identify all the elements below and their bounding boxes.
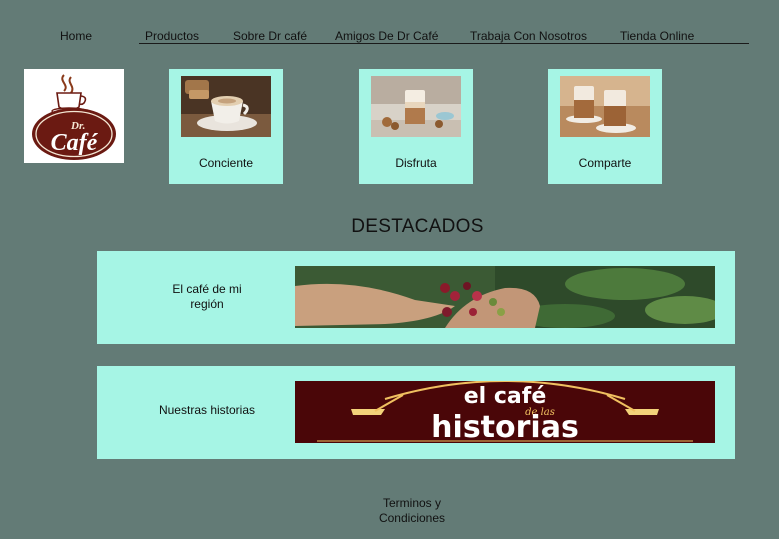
logo-icon: Dr. Café <box>32 74 116 160</box>
featured-cafe-region[interactable]: El café de mi región <box>97 251 735 344</box>
featured-text: Nuestras historias <box>158 403 256 417</box>
nav-amigos[interactable]: Amigos De Dr Café <box>335 29 438 43</box>
nav-productos[interactable]: Productos <box>145 29 199 43</box>
nav-trabaja-con-nosotros[interactable]: Trabaja Con Nosotros <box>470 29 587 43</box>
section-title: DESTACADOS <box>351 216 484 237</box>
terms-link[interactable]: Terminos y Condiciones <box>362 496 462 526</box>
card-label: Comparte <box>578 156 632 170</box>
latte-glass-photo-icon <box>371 76 461 137</box>
card-comparte[interactable]: Comparte <box>548 69 662 184</box>
nav-underline <box>139 43 749 44</box>
card-conciente[interactable]: Conciente <box>169 69 283 184</box>
svg-text:historias: historias <box>431 410 579 443</box>
card-label: Disfruta <box>395 156 437 170</box>
historias-banner: el café de las historias <box>295 381 715 443</box>
featured-nuestras-historias[interactable]: Nuestras historias el café de las histor… <box>97 366 735 459</box>
featured-text: El café de mi región <box>172 282 242 311</box>
svg-text:el café: el café <box>464 384 547 409</box>
nav-sobre-dr-cafe[interactable]: Sobre Dr café <box>233 29 307 43</box>
svg-text:Café: Café <box>51 130 99 156</box>
card-disfruta[interactable]: Disfruta <box>359 69 473 184</box>
coffee-cherries-photo-icon <box>295 266 715 328</box>
nav-tienda-online[interactable]: Tienda Online <box>620 29 694 43</box>
nav-home[interactable]: Home <box>60 29 92 43</box>
coffee-cup-photo-icon <box>181 76 271 137</box>
dr-cafe-logo[interactable]: Dr. Café <box>24 69 124 163</box>
card-label: Conciente <box>198 156 254 170</box>
two-lattes-photo-icon <box>560 76 650 137</box>
